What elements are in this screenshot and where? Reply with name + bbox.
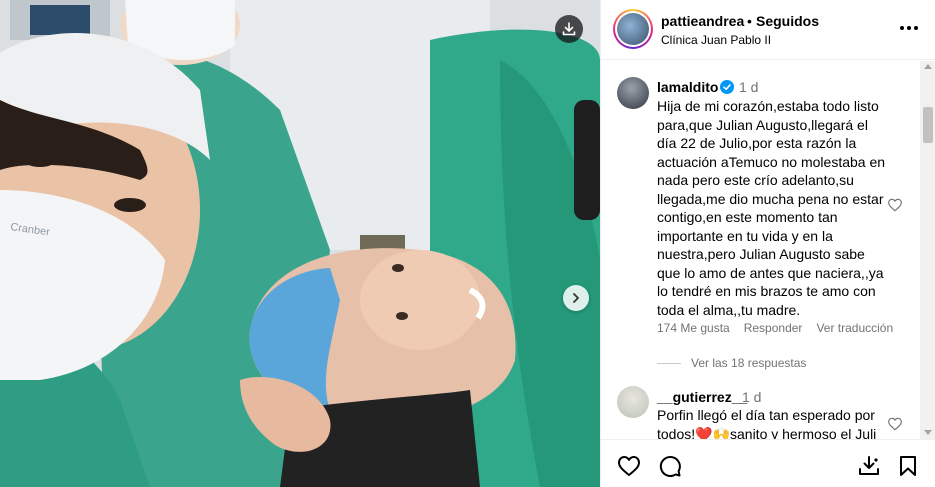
comment-username[interactable]: __gutierrez__ bbox=[657, 389, 747, 405]
post-actions-bar bbox=[601, 439, 935, 487]
replies-divider bbox=[657, 362, 681, 364]
comment-likes[interactable]: 174 Me gusta bbox=[657, 321, 730, 335]
verified-badge-icon bbox=[720, 80, 734, 94]
comment-text: Porfin llegó el día tan esperado por tod… bbox=[657, 407, 877, 439]
hospital-selfie-image: Cranber bbox=[0, 0, 600, 487]
chevron-right-icon bbox=[573, 293, 579, 303]
comment-username[interactable]: lamaldito bbox=[657, 79, 718, 95]
bookmark-icon[interactable] bbox=[896, 454, 920, 478]
more-options-icon bbox=[900, 26, 918, 30]
author-username[interactable]: pattieandrea bbox=[661, 13, 744, 29]
view-replies-label: Ver las 18 respuestas bbox=[691, 356, 807, 370]
comment-time[interactable]: 1 d bbox=[742, 389, 761, 405]
more-options-button[interactable] bbox=[897, 16, 921, 40]
scroll-up-arrow[interactable] bbox=[924, 64, 932, 69]
follow-status-button[interactable]: Seguidos bbox=[756, 13, 819, 29]
comment-avatar[interactable] bbox=[617, 77, 649, 109]
comments-scrollbar[interactable] bbox=[920, 61, 935, 439]
comment-avatar[interactable] bbox=[617, 386, 649, 418]
scroll-down-arrow[interactable] bbox=[924, 430, 932, 435]
post-photo[interactable]: Cranber bbox=[0, 0, 600, 487]
share-icon[interactable] bbox=[857, 454, 881, 478]
heart-icon[interactable] bbox=[887, 416, 903, 432]
comment-meta: 174 Me gusta Responder Ver traducción bbox=[657, 321, 893, 335]
comment-icon[interactable] bbox=[658, 454, 682, 478]
heart-icon[interactable] bbox=[887, 197, 903, 213]
scroll-thumb[interactable] bbox=[923, 107, 933, 143]
heart-icon[interactable] bbox=[617, 454, 641, 478]
reply-button[interactable]: Responder bbox=[744, 321, 803, 335]
view-replies-button[interactable]: Ver las 18 respuestas bbox=[657, 356, 806, 370]
post-side-panel: pattieandrea • Seguidos Clínica Juan Pab… bbox=[600, 0, 935, 487]
comments-list[interactable]: lamaldito 1 d Hija de mi corazón,estaba … bbox=[601, 61, 935, 439]
download-button[interactable] bbox=[555, 15, 583, 43]
header-separator: • bbox=[747, 13, 752, 29]
download-icon bbox=[562, 22, 576, 36]
next-photo-button[interactable] bbox=[563, 285, 589, 311]
comment-text: Hija de mi corazón,estaba todo listo par… bbox=[657, 98, 886, 318]
comment-time[interactable]: 1 d bbox=[739, 79, 758, 95]
translate-button[interactable]: Ver traducción bbox=[816, 321, 893, 335]
author-avatar[interactable] bbox=[613, 9, 653, 49]
post-location[interactable]: Clínica Juan Pablo II bbox=[661, 33, 771, 47]
post-header: pattieandrea • Seguidos Clínica Juan Pab… bbox=[601, 0, 935, 60]
